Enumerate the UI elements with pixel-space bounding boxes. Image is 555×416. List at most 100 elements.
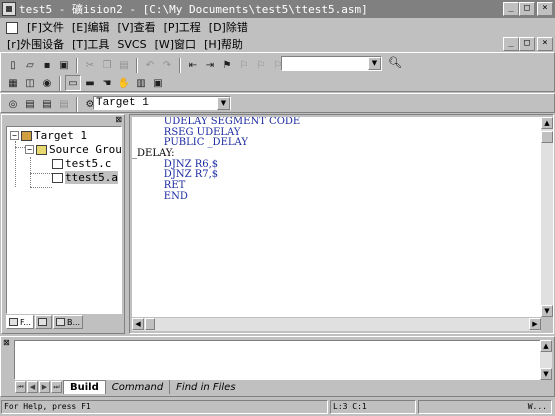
first-tab-icon[interactable]: ⏮ — [15, 381, 26, 393]
menu-peripherals[interactable]: [r]外围设备 — [6, 36, 65, 52]
books-tab-icon — [55, 318, 65, 326]
target-icon — [21, 130, 32, 141]
new-file-icon[interactable]: ▯ — [5, 57, 21, 73]
scroll-thumb[interactable] — [145, 318, 155, 330]
mdi-close-button[interactable]: × — [537, 37, 553, 51]
open-file-icon[interactable]: ▱ — [22, 57, 38, 73]
title-bar[interactable]: test5 - 礦ision2 - [C:\My Documents\test5… — [0, 0, 555, 18]
pane-close-icon[interactable]: ⊠ — [3, 339, 12, 347]
save-icon[interactable]: ▪ — [39, 57, 55, 73]
tab-regs[interactable] — [34, 315, 52, 329]
source-browser-icon[interactable]: ▥ — [133, 75, 149, 91]
window-title: test5 - 礦ision2 - [C:\My Documents\test5… — [19, 3, 368, 16]
files-tab-icon — [9, 318, 18, 326]
bookmark-prev-icon[interactable]: ⚐ — [253, 57, 269, 73]
tree-node-file[interactable]: ttest5.a — [52, 171, 118, 184]
collapse-icon[interactable]: − — [25, 145, 34, 154]
regs-tab-icon — [37, 318, 47, 326]
file-icon — [52, 158, 63, 169]
scroll-thumb[interactable] — [541, 131, 553, 143]
menu-edit[interactable]: [E]编辑 — [71, 19, 111, 35]
mdi-restore-button[interactable]: □ — [519, 37, 535, 51]
toolbar-separator — [76, 96, 78, 112]
prev-tab-icon[interactable]: ◀ — [27, 381, 38, 393]
next-tab-icon[interactable]: ▶ — [39, 381, 50, 393]
scroll-up-icon[interactable]: ▲ — [540, 340, 552, 352]
scroll-down-icon[interactable]: ▼ — [541, 305, 553, 317]
close-button[interactable]: × — [537, 2, 553, 16]
compile-icon[interactable]: ▦ — [5, 75, 21, 91]
tree-node-source-group[interactable]: − Source Grou — [25, 143, 121, 156]
menu-bar: [F]文件 [E]编辑 [V]查看 [P]工程 [D]除错 [r]外围设备 [T… — [0, 18, 555, 52]
target-select[interactable]: Target 1 ▼ — [93, 96, 231, 110]
code-editor[interactable]: UDELAY SEGMENT CODE RSEG UDELAY PUBLIC _… — [132, 117, 541, 317]
menu-project[interactable]: [P]工程 — [163, 19, 202, 35]
last-tab-icon[interactable]: ⏭ — [51, 381, 62, 393]
workspace: ⊠ − Target 1 − Source Grou test5.c ttest… — [1, 114, 554, 334]
bookmark-next-icon[interactable]: ⚐ — [236, 57, 252, 73]
app-icon[interactable] — [2, 2, 16, 16]
help-icon[interactable]: ▣ — [150, 75, 166, 91]
find-icon[interactable]: ◉ — [39, 75, 55, 91]
bookmark-toggle-icon[interactable]: ⚑ — [219, 57, 235, 73]
chevron-down-icon[interactable]: ▼ — [368, 57, 381, 70]
dock-grip[interactable]: ⊠ — [3, 339, 12, 383]
output-pane: ⊠ ▲ ▼ ⏮ ◀ ▶ ⏭ Build Command Find in File… — [0, 336, 555, 397]
indent-icon[interactable]: ⇤ — [185, 57, 201, 73]
collapse-icon[interactable]: − — [10, 131, 19, 140]
output-vertical-scrollbar[interactable]: ▲ ▼ — [540, 340, 552, 380]
menu-window[interactable]: [W]窗口 — [154, 36, 197, 52]
unindent-icon[interactable]: ⇥ — [202, 57, 218, 73]
tree-node-file[interactable]: test5.c — [52, 157, 111, 170]
menu-tools[interactable]: [T]工具 — [71, 36, 110, 52]
tab-files[interactable]: F... — [6, 315, 34, 329]
project-window-icon[interactable]: ▭ — [65, 75, 81, 91]
menu-svcs[interactable]: SVCS — [116, 38, 147, 51]
menu-debug[interactable]: [D]除错 — [208, 19, 249, 35]
mdi-minimize-button[interactable]: _ — [503, 37, 519, 51]
tab-command[interactable]: Command — [104, 380, 169, 394]
rebuild-all-icon[interactable]: ▤ — [39, 96, 55, 112]
save-all-icon[interactable]: ▣ — [56, 57, 72, 73]
binoculars-icon[interactable]: 🔍︎ — [388, 56, 402, 69]
scroll-up-icon[interactable]: ▲ — [541, 117, 553, 129]
toolbar-separator — [59, 75, 61, 91]
paste-icon[interactable]: ▤ — [116, 57, 132, 73]
stop-build-icon[interactable]: ▤ — [56, 96, 72, 112]
build-toolbar: ◎ ▤ ▤ ▤ ⚙ — [0, 93, 555, 113]
copy-icon[interactable]: ❐ — [99, 57, 115, 73]
pane-grip[interactable]: ⊠ — [4, 115, 122, 125]
cut-icon[interactable]: ✂ — [82, 57, 98, 73]
menu-help[interactable]: [H]帮助 — [203, 36, 244, 52]
scroll-left-icon[interactable]: ◀ — [132, 318, 144, 330]
target-select-value: Target 1 — [96, 97, 149, 109]
maximize-button[interactable]: □ — [519, 2, 535, 16]
document-icon[interactable] — [6, 22, 18, 34]
pane-close-icon[interactable]: ⊠ — [115, 115, 122, 124]
scroll-right-icon[interactable]: ▶ — [529, 318, 541, 330]
minimize-button[interactable]: _ — [503, 2, 519, 16]
editor-horizontal-scrollbar[interactable]: ◀ ▶ — [132, 318, 541, 331]
editor-vertical-scrollbar[interactable]: ▲ ▼ — [541, 117, 553, 317]
hand-icon[interactable]: ☚ — [99, 75, 115, 91]
tree-node-target[interactable]: − Target 1 — [10, 129, 87, 142]
scroll-down-icon[interactable]: ▼ — [540, 368, 552, 380]
build-target-icon[interactable]: ▤ — [22, 96, 38, 112]
status-position: L:3 C:1 — [330, 400, 416, 414]
redo-icon[interactable]: ↷ — [159, 57, 175, 73]
status-help-text: For Help, press F1 — [1, 400, 328, 414]
output-window-icon[interactable]: ▬ — [82, 75, 98, 91]
tab-books[interactable]: B... — [52, 315, 84, 329]
tree-file-label: ttest5.a — [65, 171, 118, 184]
undo-icon[interactable]: ↶ — [142, 57, 158, 73]
debug-icon[interactable]: ◫ — [22, 75, 38, 91]
tab-find-in-files[interactable]: Find in Files — [169, 380, 241, 394]
find-combobox[interactable]: ▼ — [281, 56, 382, 71]
translate-icon[interactable]: ◎ — [5, 96, 21, 112]
menu-file[interactable]: [F]文件 — [26, 19, 65, 35]
output-text[interactable] — [14, 340, 542, 380]
breakpoint-icon[interactable]: ✋ — [116, 75, 132, 91]
menu-view[interactable]: [V]查看 — [116, 19, 156, 35]
tab-build[interactable]: Build — [63, 380, 105, 394]
chevron-down-icon[interactable]: ▼ — [217, 97, 230, 110]
